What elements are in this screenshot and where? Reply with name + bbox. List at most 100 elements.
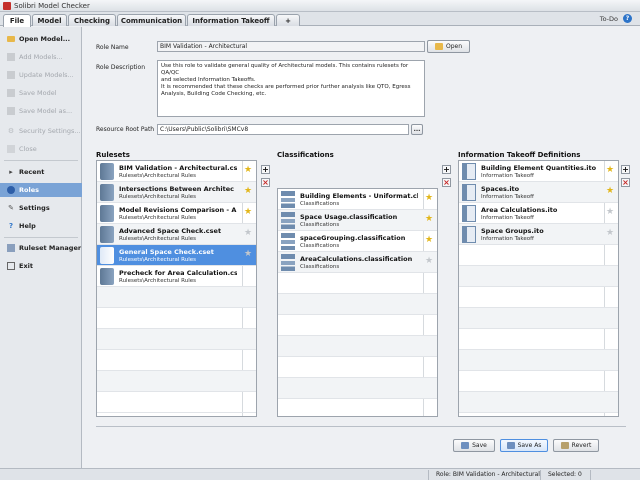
update-model-icon: [7, 71, 15, 79]
favorite-star-icon[interactable]: ★: [425, 236, 434, 245]
takeoff-table-icon: [462, 205, 476, 222]
empty-row: [459, 350, 618, 371]
sidebar-item-exit[interactable]: Exit: [0, 259, 82, 273]
classification-tree-icon: [281, 212, 295, 229]
tab-communication[interactable]: Communication: [117, 14, 186, 26]
empty-row: [459, 287, 618, 308]
favorite-star-icon[interactable]: ★: [244, 166, 253, 175]
sidebar-item-update-models[interactable]: Update Models...: [0, 68, 82, 82]
sidebar-item-save-model[interactable]: Save Model: [0, 86, 82, 100]
revert-icon: [560, 442, 569, 449]
add-model-icon: [7, 53, 15, 61]
add-takeoff-button[interactable]: +: [621, 165, 630, 174]
favorite-star-icon[interactable]: ★: [244, 229, 253, 238]
empty-row: [97, 350, 256, 371]
classifications-list: Building Elements - Uniformat.cla Classi…: [277, 188, 438, 417]
wrench-icon: ✎: [8, 204, 14, 212]
role-name-field[interactable]: BIM Validation - Architectural: [157, 41, 425, 52]
favorite-star-icon[interactable]: ★: [425, 215, 434, 224]
list-item[interactable]: Area Calculations.ito Information Takeof…: [459, 203, 618, 224]
empty-row: [97, 371, 256, 392]
role-description-field[interactable]: Use this role to validate general qualit…: [157, 60, 425, 117]
list-item[interactable]: Space Groups.ito Information Takeoff ★: [459, 224, 618, 245]
save-as-button[interactable]: Save As: [500, 439, 548, 452]
roles-main-panel: Role Name BIM Validation - Architectural…: [83, 27, 640, 468]
tab-information-takeoff[interactable]: Information Takeoff: [187, 14, 275, 26]
add-classification-button[interactable]: +: [442, 165, 451, 174]
favorite-star-icon[interactable]: ★: [244, 208, 253, 217]
help-icon[interactable]: ?: [623, 14, 632, 23]
empty-row: [459, 371, 618, 392]
roles-icon: [7, 186, 15, 194]
todo-link[interactable]: To-Do: [600, 15, 618, 23]
list-item[interactable]: Advanced Space Check.cset Rulesets\Archi…: [97, 224, 256, 245]
list-item[interactable]: Intersections Between Architec Rulesets\…: [97, 182, 256, 203]
sidebar-item-settings[interactable]: ✎ Settings: [0, 201, 82, 215]
list-item[interactable]: Space Usage.classification Classificatio…: [278, 210, 437, 231]
list-item[interactable]: Model Revisions Comparison - A Rulesets\…: [97, 203, 256, 224]
add-tab-button[interactable]: +: [276, 14, 300, 26]
favorite-star-icon[interactable]: ★: [425, 194, 434, 203]
sidebar-divider: [4, 160, 78, 161]
save-button[interactable]: Save: [453, 439, 495, 452]
empty-row: [459, 308, 618, 329]
takeoff-table-icon: [462, 226, 476, 243]
takeoff-table-icon: [462, 184, 476, 201]
remove-classification-button[interactable]: ×: [442, 178, 451, 187]
remove-takeoff-button[interactable]: ×: [621, 178, 630, 187]
rulesets-list: BIM Validation - Architectural.cs Rulese…: [96, 160, 257, 417]
favorite-star-icon[interactable]: ★: [244, 187, 253, 196]
favorite-star-icon[interactable]: ★: [606, 229, 615, 238]
list-item[interactable]: Building Elements - Uniformat.cla Classi…: [278, 189, 437, 210]
list-item[interactable]: General Space Check.cset Rulesets\Archit…: [97, 245, 256, 266]
list-item[interactable]: Spaces.ito Information Takeoff ★: [459, 182, 618, 203]
empty-row: [278, 294, 437, 315]
empty-row: [459, 392, 618, 413]
role-description-label: Role Description: [96, 64, 146, 71]
empty-row: [97, 287, 256, 308]
open-button[interactable]: Open: [427, 40, 470, 53]
list-item[interactable]: BIM Validation - Architectural.cs Rulese…: [97, 161, 256, 182]
empty-row: [97, 392, 256, 413]
bottom-divider: [96, 426, 626, 427]
window-title: Solibri Model Checker: [14, 1, 90, 10]
revert-button[interactable]: Revert: [553, 439, 599, 452]
title-bar: Solibri Model Checker: [0, 0, 640, 12]
empty-row: [459, 329, 618, 350]
sidebar-item-open-model[interactable]: Open Model...: [0, 32, 82, 46]
ruleset-file-icon: [100, 268, 114, 285]
favorite-star-icon[interactable]: ★: [606, 208, 615, 217]
tab-model[interactable]: Model: [32, 14, 67, 26]
list-item[interactable]: spaceGrouping.classification Classificat…: [278, 231, 437, 252]
remove-ruleset-button[interactable]: ×: [261, 178, 270, 187]
add-ruleset-button[interactable]: +: [261, 165, 270, 174]
sidebar-item-close[interactable]: Close: [0, 142, 82, 156]
list-item[interactable]: Building Element Quantities.ito Informat…: [459, 161, 618, 182]
browse-button[interactable]: ...: [411, 124, 423, 135]
tab-bar: File Model Checking Communication Inform…: [0, 12, 640, 27]
sidebar-item-add-models[interactable]: Add Models...: [0, 50, 82, 64]
empty-row: [278, 357, 437, 378]
role-name-label: Role Name: [96, 44, 129, 51]
list-item[interactable]: AreaCalculations.classification Classifi…: [278, 252, 437, 273]
sidebar-item-save-model-as[interactable]: Save Model as...: [0, 104, 82, 118]
tab-file[interactable]: File: [3, 14, 31, 27]
folder-icon: [7, 36, 15, 42]
favorite-star-icon[interactable]: ★: [425, 257, 434, 266]
favorite-star-icon[interactable]: ★: [606, 166, 615, 175]
ruleset-file-icon: [100, 247, 114, 264]
sidebar-item-security-settings[interactable]: ⚙ Security Settings...: [0, 124, 82, 138]
sidebar-item-roles[interactable]: Roles: [0, 183, 82, 197]
sidebar-item-recent[interactable]: ▸ Recent: [0, 165, 82, 179]
favorite-star-icon[interactable]: ★: [244, 250, 253, 259]
classification-tree-icon: [281, 191, 295, 208]
sidebar-item-ruleset-manager[interactable]: Ruleset Manager: [0, 241, 82, 255]
list-item[interactable]: Precheck for Area Calculation.cs Ruleset…: [97, 266, 256, 287]
resource-root-path-field[interactable]: C:\Users\Public\Solibri\SMCv8: [157, 124, 409, 135]
favorite-star-icon[interactable]: ★: [606, 187, 615, 196]
empty-row: [278, 336, 437, 357]
takeoffs-list: Building Element Quantities.ito Informat…: [458, 160, 619, 417]
tab-checking[interactable]: Checking: [68, 14, 116, 26]
sidebar-item-help[interactable]: ? Help: [0, 219, 82, 233]
folder-icon: [434, 43, 443, 50]
